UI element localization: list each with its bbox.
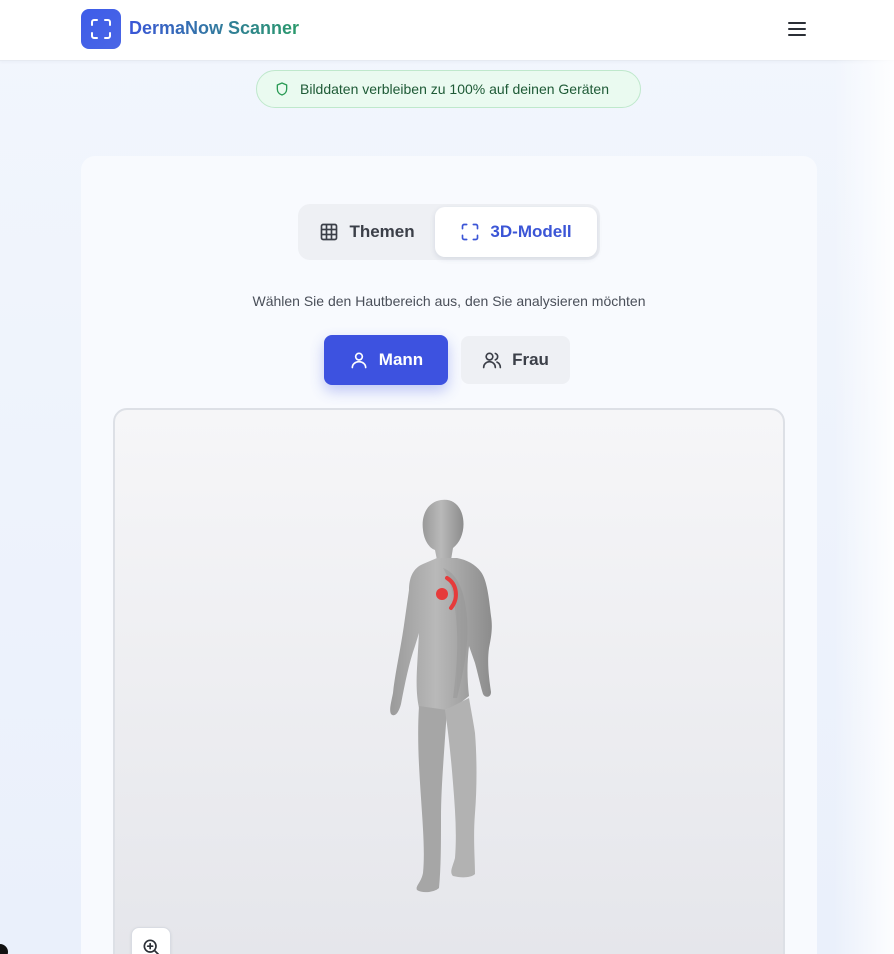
grid-icon xyxy=(321,223,338,241)
brand-name[interactable]: DermaNow Scanner xyxy=(129,18,299,39)
zoom-in-icon xyxy=(143,939,160,954)
frau-label: Frau xyxy=(512,350,549,369)
tab-3d-modell[interactable]: 3D-Modell xyxy=(435,207,597,257)
view-tabs: Themen 3D-Modell xyxy=(298,204,600,260)
menu-button[interactable] xyxy=(784,16,810,42)
scan-frame-icon xyxy=(462,223,479,241)
instruction-text: Wählen Sie den Hautbereich aus, den Sie … xyxy=(252,293,646,309)
tab-themen[interactable]: Themen xyxy=(301,207,433,257)
frau-button[interactable]: Frau xyxy=(461,336,570,384)
tab-3d-modell-label: 3D-Modell xyxy=(490,222,572,241)
3d-viewer[interactable] xyxy=(113,408,785,954)
app-header: DermaNow Scanner xyxy=(0,0,894,61)
zoom-in-button[interactable] xyxy=(131,927,171,954)
mann-label: Mann xyxy=(378,350,424,369)
user-icon xyxy=(351,352,367,369)
privacy-badge: Bilddaten verbleiben zu 100% auf deinen … xyxy=(256,70,641,108)
mann-button[interactable]: Mann xyxy=(324,335,448,385)
scan-frame-icon xyxy=(91,19,111,39)
privacy-text: Bilddaten verbleiben zu 100% auf deinen … xyxy=(300,81,609,97)
corner-indicator xyxy=(0,944,8,954)
users-icon xyxy=(482,352,502,369)
body-model[interactable] xyxy=(383,498,513,898)
edge-fade xyxy=(834,0,894,954)
hamburger-menu-icon xyxy=(788,22,806,36)
shield-icon xyxy=(276,82,288,96)
tab-themen-label: Themen xyxy=(349,222,415,241)
logo[interactable] xyxy=(81,9,121,49)
